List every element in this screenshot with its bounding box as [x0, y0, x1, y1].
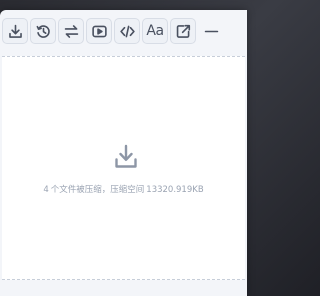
drop-zone[interactable]: 4 个文件被压缩，压缩空间 13320.919KB — [2, 56, 245, 280]
minimize-button[interactable] — [198, 18, 224, 44]
export-button[interactable] — [170, 18, 196, 44]
font-button[interactable]: Aa — [142, 18, 168, 44]
play-icon — [91, 25, 107, 37]
code-icon — [119, 25, 135, 37]
toolbar: Aa — [0, 14, 247, 48]
font-icon: Aa — [146, 23, 164, 39]
minimize-icon — [204, 30, 218, 32]
download-button[interactable] — [2, 18, 28, 44]
status-size: 13320.919KB — [146, 185, 204, 195]
swap-button[interactable] — [58, 18, 84, 44]
swap-icon — [64, 24, 78, 38]
download-icon — [8, 24, 22, 38]
export-icon — [176, 24, 190, 38]
history-button[interactable] — [30, 18, 56, 44]
status-count: 4 — [43, 185, 49, 195]
code-button[interactable] — [114, 18, 140, 44]
status-text: 个文件被压缩，压缩空间 — [50, 185, 145, 195]
preview-button[interactable] — [86, 18, 112, 44]
download-icon — [113, 143, 139, 171]
compression-status: 4 个文件被压缩，压缩空间 13320.919KB — [2, 183, 245, 195]
history-icon — [36, 24, 50, 38]
